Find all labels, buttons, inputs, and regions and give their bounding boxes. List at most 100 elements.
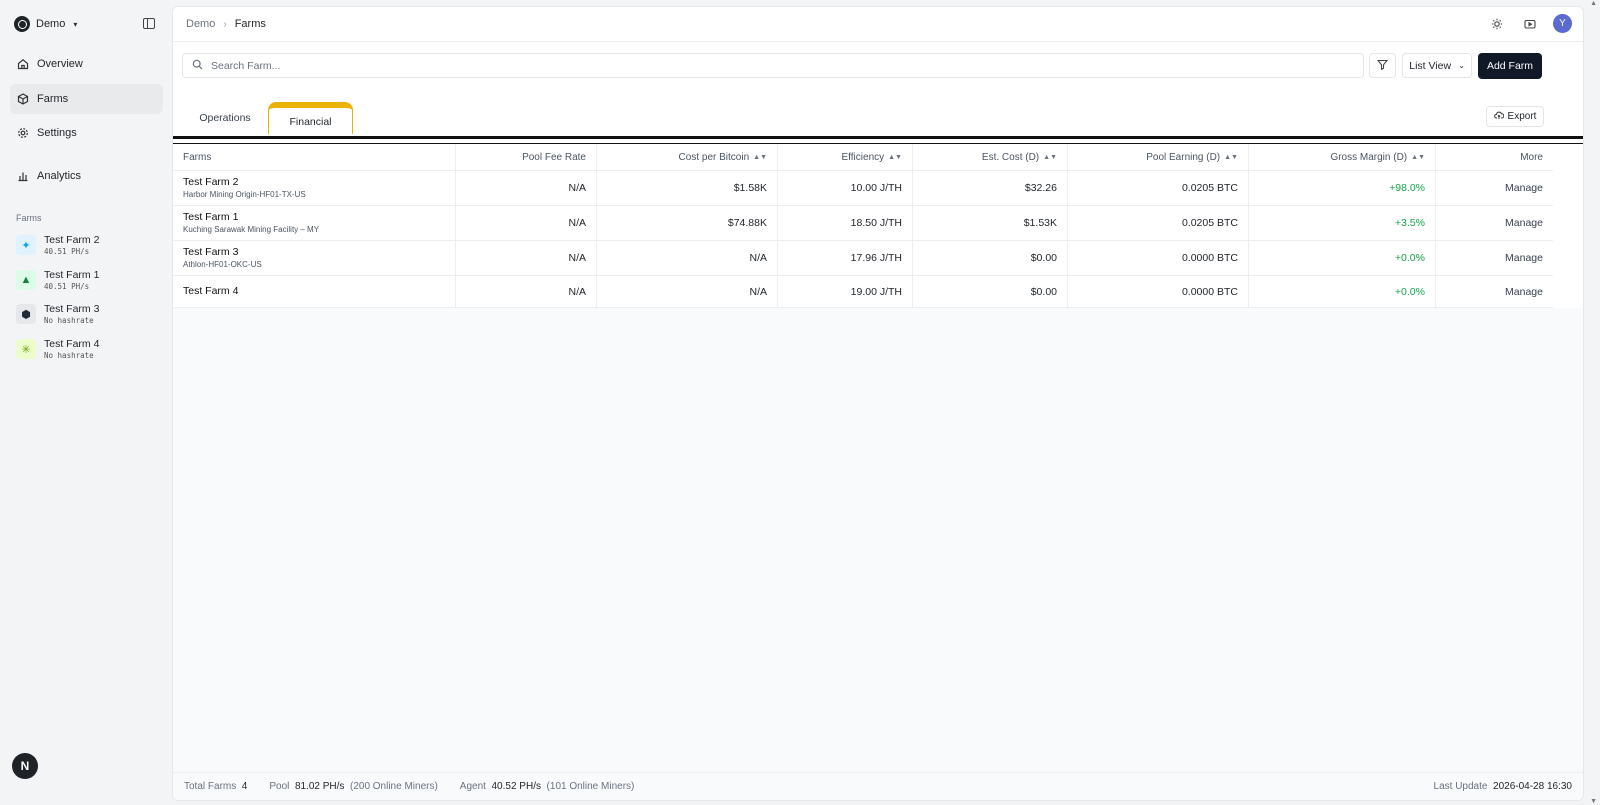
sidebar-farm-test-farm-1[interactable]: ▲ Test Farm 1 40.51 PH/s	[16, 265, 166, 295]
tab-operations[interactable]: Operations	[185, 102, 265, 134]
total-farms-label: Total Farms	[184, 781, 237, 792]
manage-button[interactable]: Manage	[1436, 276, 1553, 307]
breadcrumb: Demo › Farms	[186, 18, 266, 30]
nav-label: Farms	[37, 93, 69, 105]
manage-button[interactable]: Manage	[1436, 241, 1553, 275]
col-header-label: Pool Earning (D)	[1146, 151, 1221, 163]
sidebar-farm-name: Test Farm 3	[44, 302, 100, 315]
sidebar-farm-name: Test Farm 2	[44, 233, 100, 246]
col-header-farms: Farms	[173, 144, 456, 170]
workspace-name: Demo	[36, 18, 66, 30]
sidebar-farm-hashrate: 40.51 PH/s	[44, 281, 90, 291]
col-header-label: Est. Cost (D)	[981, 151, 1040, 163]
cell-cost-per-bitcoin: $1.58K	[597, 171, 778, 205]
cell-pool-earning: 0.0205 BTC	[1068, 171, 1249, 205]
table-header: Farms Pool Fee Rate Cost per Bitcoin ▲▼ E…	[173, 144, 1553, 171]
nav-item-farms[interactable]: Farms	[10, 84, 163, 114]
video-icon[interactable]	[1520, 14, 1539, 33]
last-update-label: Last Update	[1433, 781, 1488, 792]
cell-pool-fee: N/A	[456, 276, 597, 307]
col-header-more: More	[1520, 151, 1543, 163]
table-row[interactable]: Test Farm 4 N/A N/A 19.00 J/TH $0.00 0.0…	[173, 276, 1553, 308]
sidebar-farm-test-farm-2[interactable]: ✦ Test Farm 2 40.51 PH/s	[16, 230, 166, 260]
main-panel: Demo › Farms Y List View	[172, 6, 1584, 801]
filter-icon	[1376, 59, 1389, 73]
nav-item-settings[interactable]: Settings	[10, 118, 163, 148]
sidebar-farm-name: Test Farm 4	[44, 337, 100, 350]
view-mode-select[interactable]: List View ⌄	[1402, 53, 1472, 78]
sidebar-farm-test-farm-4[interactable]: ✳ Test Farm 4 No hashrate	[16, 334, 166, 364]
sidebar-farm-test-farm-3[interactable]: ⬢ Test Farm 3 No hashrate	[16, 299, 166, 329]
cell-est-cost: $0.00	[913, 276, 1068, 307]
cell-cost-per-bitcoin: $74.88K	[597, 206, 778, 240]
table-row[interactable]: Test Farm 1 Kuching Sarawak Mining Facili…	[173, 206, 1553, 241]
nav-item-analytics[interactable]: Analytics	[10, 161, 163, 191]
sun-icon[interactable]	[1487, 14, 1506, 33]
nav-label: Settings	[37, 127, 77, 139]
last-update-value: 2026-04-28 16:30	[1493, 781, 1572, 792]
search-input[interactable]	[211, 59, 1311, 72]
user-avatar[interactable]: Y	[1553, 14, 1572, 33]
workspace-switcher[interactable]: Demo ▾	[14, 14, 77, 34]
cell-est-cost: $1.53K	[913, 206, 1068, 240]
agent-hashrate: 40.52 PH/s	[491, 781, 541, 792]
farm-name: Test Farm 2	[183, 176, 239, 188]
agent-label: Agent	[459, 781, 486, 792]
total-farms-value: 4	[241, 781, 248, 792]
pool-hashrate: 81.02 PH/s	[294, 781, 345, 792]
sort-icon: ▲▼	[1043, 153, 1057, 161]
box-icon	[17, 93, 29, 105]
col-header-gross-margin[interactable]: Gross Margin (D) ▲▼	[1249, 144, 1436, 170]
farm-location: Harbor Mining Origin-HF01-TX-US	[183, 190, 306, 199]
col-header-est-cost[interactable]: Est. Cost (D) ▲▼	[913, 144, 1068, 170]
cell-efficiency: 19.00 J/TH	[778, 276, 913, 307]
col-header-cost-per-bitcoin[interactable]: Cost per Bitcoin ▲▼	[597, 144, 778, 170]
status-footer: Total Farms 4 Pool 81.02 PH/s (200 Onlin…	[173, 772, 1583, 800]
nav-item-overview[interactable]: Overview	[10, 49, 163, 79]
n-badge[interactable]: N	[12, 753, 38, 779]
sidebar-toggle-icon[interactable]	[143, 18, 155, 29]
table-row[interactable]: Test Farm 2 Harbor Mining Origin-HF01-TX-…	[173, 171, 1553, 206]
nav-label: Overview	[37, 58, 83, 70]
green-tree-icon: ▲	[16, 270, 36, 290]
toolbar: List View ⌄ Add Farm	[173, 42, 1583, 91]
cell-gross-margin: +0.0%	[1249, 276, 1436, 307]
col-header-label: Cost per Bitcoin	[678, 151, 750, 163]
manage-button[interactable]: Manage	[1436, 171, 1553, 205]
cell-cost-per-bitcoin: N/A	[597, 241, 778, 275]
scroll-down-arrow-icon[interactable]: ▼	[1590, 798, 1597, 805]
scroll-up-arrow-icon[interactable]: ▲	[1590, 0, 1597, 7]
chevron-down-icon: ⌄	[1458, 61, 1465, 70]
sidebar-farm-hashrate: No hashrate	[44, 350, 94, 360]
logo-icon	[14, 16, 30, 32]
export-label: Export	[1507, 111, 1537, 122]
cell-pool-fee: N/A	[456, 206, 597, 240]
cell-est-cost: $32.26	[913, 171, 1068, 205]
nav-label: Analytics	[37, 170, 82, 182]
col-header-pool-fee: Pool Fee Rate	[456, 144, 597, 170]
tab-financial[interactable]: Financial	[268, 102, 353, 134]
cell-est-cost: $0.00	[913, 241, 1068, 275]
cell-gross-margin: +0.0%	[1249, 241, 1436, 275]
search-box[interactable]	[182, 53, 1364, 78]
sort-icon: ▲▼	[753, 153, 767, 161]
top-bar: Demo › Farms Y	[173, 7, 1583, 42]
export-button[interactable]: Export	[1486, 106, 1544, 127]
col-header-efficiency[interactable]: Efficiency ▲▼	[778, 144, 913, 170]
view-mode-label: List View	[1409, 59, 1452, 72]
farm-name: Test Farm 1	[183, 211, 239, 223]
filter-button[interactable]	[1369, 53, 1396, 78]
farms-table: Farms Pool Fee Rate Cost per Bitcoin ▲▼ E…	[173, 144, 1583, 308]
table-row[interactable]: Test Farm 3 Athlon-HF01-OKC-US N/A N/A 17…	[173, 241, 1553, 276]
cell-pool-fee: N/A	[456, 241, 597, 275]
manage-button[interactable]: Manage	[1436, 206, 1553, 240]
add-farm-button[interactable]: Add Farm	[1478, 53, 1542, 79]
bar-chart-icon	[17, 170, 29, 182]
cell-gross-margin: +3.5%	[1249, 206, 1436, 240]
breadcrumb-parent[interactable]: Demo	[186, 18, 215, 30]
sidebar-farm-hashrate: 40.51 PH/s	[44, 246, 90, 256]
farm-name: Test Farm 4	[183, 285, 239, 297]
farm-name: Test Farm 3	[183, 246, 239, 258]
cell-efficiency: 17.96 J/TH	[778, 241, 913, 275]
col-header-pool-earning[interactable]: Pool Earning (D) ▲▼	[1068, 144, 1249, 170]
